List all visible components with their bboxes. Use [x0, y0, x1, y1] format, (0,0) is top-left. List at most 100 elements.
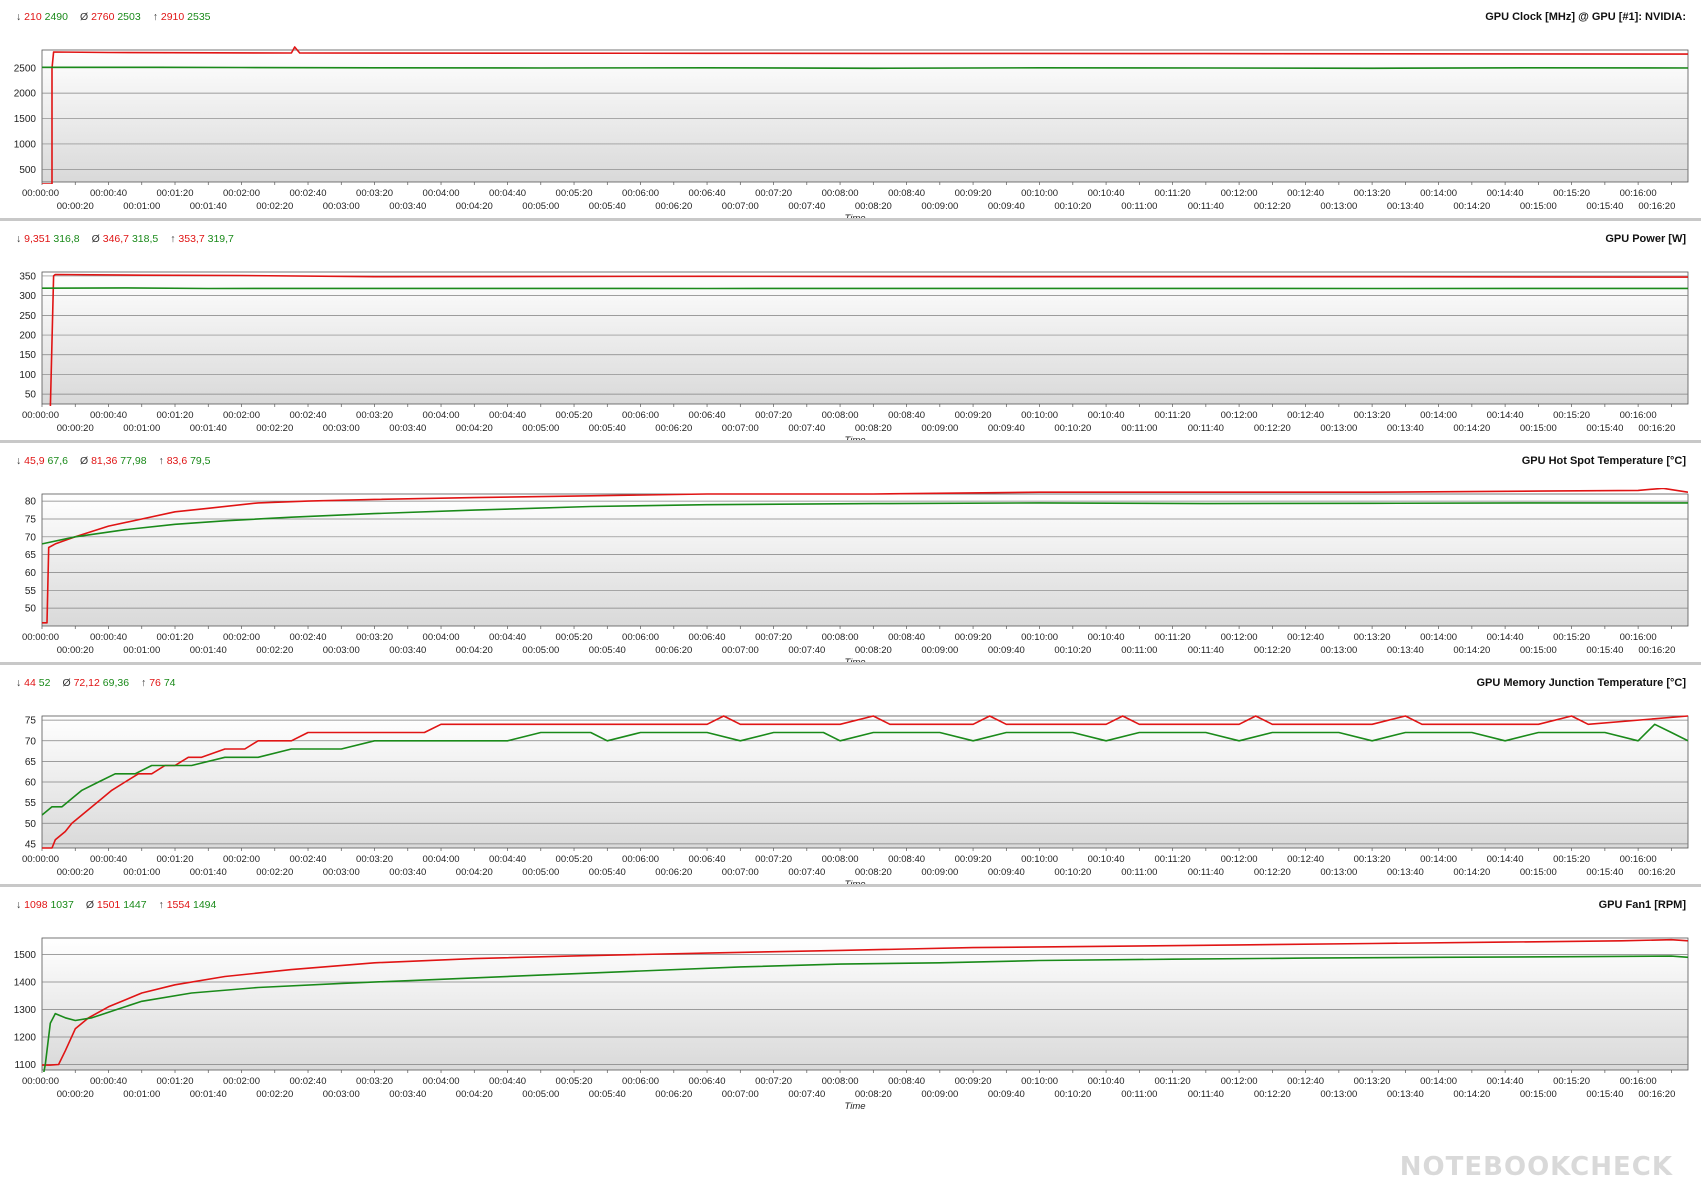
x-tick-label: 00:16:20	[1638, 645, 1675, 656]
x-tick-label: 00:03:00	[323, 1089, 360, 1100]
x-tick-label: 00:02:20	[256, 423, 293, 434]
y-tick-label: 75	[25, 514, 37, 525]
x-tick-label: 00:14:20	[1453, 645, 1490, 656]
stats-header: ↓ 210 2490 Ø 2760 2503 ↑ 2910 2535	[16, 11, 211, 23]
y-tick-label: 2500	[14, 63, 37, 74]
x-tick-label: 00:05:00	[522, 1089, 559, 1100]
x-tick-label: 00:07:40	[788, 645, 825, 656]
x-tick-label: 00:14:00	[1420, 854, 1457, 865]
x-tick-label: 00:03:20	[356, 188, 393, 199]
stat-max-series2: 2535	[187, 11, 211, 23]
x-tick-label: 00:04:40	[489, 854, 526, 865]
x-tick-label: 00:05:00	[522, 423, 559, 434]
x-tick-label: 00:03:00	[323, 423, 360, 434]
x-tick-label: 00:03:00	[323, 867, 360, 878]
x-tick-label: 00:01:40	[190, 645, 227, 656]
x-tick-label: 00:00:00	[22, 1076, 59, 1087]
x-tick-label: 00:07:00	[722, 423, 759, 434]
x-tick-label: 00:06:40	[689, 410, 726, 421]
x-tick-label: 00:12:00	[1221, 188, 1258, 199]
x-tick-label: 00:00:20	[57, 1089, 94, 1100]
x-tick-label: 00:06:40	[689, 1076, 726, 1087]
chart-panel: ↓ 9,351 316,8 Ø 346,7 318,5 ↑ 353,7 319,7 G…	[0, 222, 1701, 461]
y-tick-label: 45	[25, 839, 37, 850]
x-tick-label: 00:07:20	[755, 188, 792, 199]
y-tick-label: 50	[25, 604, 37, 615]
x-tick-label: 00:14:00	[1420, 632, 1457, 643]
chart-svg: ↓ 45,9 67,6 Ø 81,36 77,98 ↑ 83,6 79,5 GPU H…	[16, 455, 1689, 668]
x-tick-label: 00:00:20	[57, 423, 94, 434]
x-tick-label: 00:14:20	[1453, 423, 1490, 434]
x-tick-label: 00:11:20	[1154, 188, 1190, 199]
x-tick-label: 00:02:00	[223, 632, 260, 643]
x-tick-label: 00:04:40	[489, 632, 526, 643]
x-tick-label: 00:03:40	[389, 1089, 426, 1100]
stat-min-series2: 1037	[50, 899, 74, 911]
x-tick-label: 00:01:00	[123, 201, 160, 212]
x-tick-label: 00:02:40	[290, 632, 327, 643]
x-tick-label: 00:12:20	[1254, 867, 1291, 878]
x-tick-label: 00:04:40	[489, 188, 526, 199]
chart-title: GPU Power [W]	[1605, 233, 1686, 245]
y-tick-label: 60	[25, 778, 37, 789]
stat-min-series1: 44	[24, 677, 39, 689]
x-tick-label: 00:13:40	[1387, 867, 1424, 878]
x-tick-label: 00:12:00	[1221, 410, 1258, 421]
x-tick-label: 00:00:00	[22, 632, 59, 643]
x-tick-label: 00:12:20	[1254, 645, 1291, 656]
plot-area	[41, 49, 1689, 183]
stat-symbol-min: ↓	[16, 233, 24, 245]
x-tick-label: 00:13:00	[1320, 423, 1357, 434]
x-tick-label: 00:14:40	[1487, 188, 1524, 199]
x-tick-label: 00:06:00	[622, 1076, 659, 1087]
stat-max-series1: 353,7	[178, 233, 207, 245]
plot-area	[41, 493, 1689, 627]
x-tick-label: 00:13:00	[1320, 201, 1357, 212]
stat-avg-series2: 77,98	[120, 455, 146, 467]
x-tick-label: 00:10:40	[1088, 410, 1125, 421]
x-tick-label: 00:02:40	[290, 410, 327, 421]
x-tick-label: 00:06:40	[689, 632, 726, 643]
x-tick-label: 00:10:00	[1021, 410, 1058, 421]
x-tick-label: 00:06:00	[622, 188, 659, 199]
x-tick-label: 00:14:40	[1487, 1076, 1524, 1087]
x-tick-label: 00:05:20	[556, 410, 593, 421]
x-tick-label: 00:10:00	[1021, 854, 1058, 865]
x-tick-label: 00:11:20	[1154, 410, 1190, 421]
chart-panel: ↓ 210 2490 Ø 2760 2503 ↑ 2910 2535 GPU Cloc…	[0, 0, 1701, 239]
y-tick-label: 55	[25, 586, 37, 597]
stat-max-series1: 1554	[167, 899, 193, 911]
x-tick-label: 00:13:00	[1320, 1089, 1357, 1100]
stat-symbol-min: ↓	[16, 677, 24, 689]
x-tick-label: 00:11:00	[1121, 645, 1157, 656]
panel-separator	[0, 440, 1701, 443]
x-tick-label: 00:01:00	[123, 645, 160, 656]
x-tick-label: 00:13:20	[1354, 188, 1391, 199]
x-tick-label: 00:00:00	[22, 188, 59, 199]
x-tick-label: 00:04:40	[489, 410, 526, 421]
x-tick-label: 00:11:00	[1121, 201, 1157, 212]
x-tick-label: 00:09:20	[955, 1076, 992, 1087]
stat-avg-series2: 2503	[117, 11, 141, 23]
stat-min-series1: 1098	[24, 899, 50, 911]
x-tick-label: 00:00:40	[90, 632, 127, 643]
y-tick-label: 65	[25, 550, 37, 561]
stat-symbol-max: ↑	[159, 899, 167, 911]
x-tick-label: 00:05:20	[556, 188, 593, 199]
chart-svg: ↓ 1098 1037 Ø 1501 1447 ↑ 1554 1494 GPU Fan…	[14, 899, 1689, 1112]
y-tick-label: 1400	[14, 978, 37, 989]
x-tick-label: 00:00:20	[57, 867, 94, 878]
x-tick-label: 00:03:20	[356, 1076, 393, 1087]
x-tick-label: 00:02:00	[223, 188, 260, 199]
x-tick-label: 00:03:00	[323, 201, 360, 212]
x-tick-label: 00:14:20	[1453, 867, 1490, 878]
x-tick-label: 00:11:20	[1154, 1076, 1190, 1087]
x-tick-label: 00:02:20	[256, 201, 293, 212]
x-tick-label: 00:11:00	[1121, 423, 1157, 434]
x-tick-label: 00:09:00	[921, 201, 958, 212]
stat-avg-series1: 2760	[91, 11, 117, 23]
x-tick-label: 00:00:40	[90, 1076, 127, 1087]
x-tick-label: 00:13:20	[1354, 632, 1391, 643]
x-tick-label: 00:00:40	[90, 410, 127, 421]
stat-min-series2: 67,6	[48, 455, 69, 467]
